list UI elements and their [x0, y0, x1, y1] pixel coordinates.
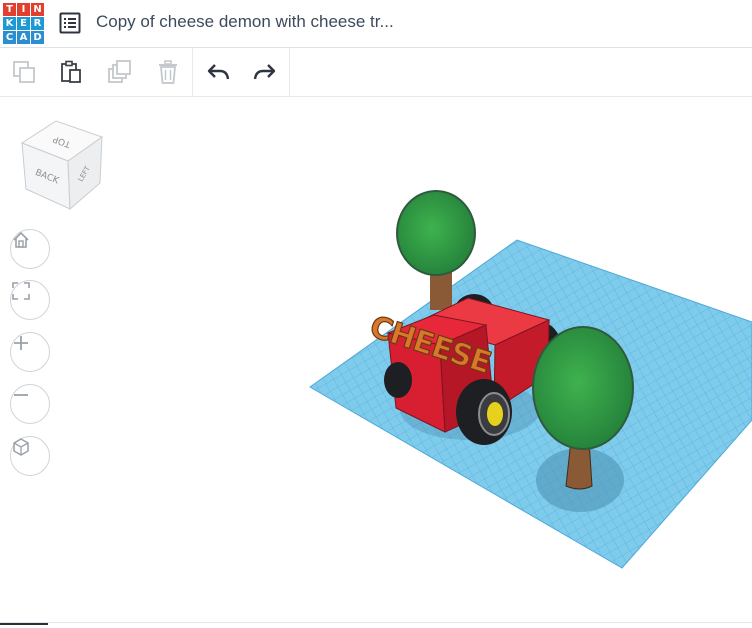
logo-letter: A	[17, 31, 30, 44]
zoom-in-icon	[14, 336, 28, 350]
logo-letter: D	[31, 31, 44, 44]
paste-icon	[61, 60, 81, 83]
scene-canvas[interactable]: CHEESE	[0, 97, 752, 622]
copy-icon	[13, 61, 35, 83]
tree-leaves	[396, 190, 476, 276]
logo-letter: E	[17, 17, 30, 30]
home-view-button[interactable]	[10, 229, 50, 269]
undo-button[interactable]	[203, 57, 233, 87]
design-title[interactable]: Copy of cheese demon with cheese tr...	[96, 12, 394, 32]
zoom-out-button[interactable]	[10, 384, 50, 424]
list-icon	[59, 12, 81, 34]
design-menu-button[interactable]	[58, 11, 82, 35]
duplicate-icon	[108, 60, 131, 83]
workplane-viewport[interactable]: CHEESE TOP BACK LEFT	[0, 97, 752, 622]
undo-icon	[207, 64, 230, 80]
logo-letter: R	[31, 17, 44, 30]
fit-view-button[interactable]	[10, 280, 50, 320]
duplicate-button[interactable]	[105, 57, 135, 87]
logo-letter: C	[3, 31, 16, 44]
perspective-toggle-button[interactable]	[10, 436, 50, 476]
logo-letter: T	[3, 3, 16, 16]
view-cube[interactable]: TOP BACK LEFT	[16, 113, 108, 213]
perspective-icon	[13, 438, 29, 456]
edit-toolbar	[0, 48, 752, 97]
tinkercad-logo[interactable]: T I N K E R C A D	[3, 3, 45, 45]
logo-letter: I	[17, 3, 30, 16]
panel-indicator	[0, 623, 48, 625]
redo-button[interactable]	[250, 57, 280, 87]
redo-icon	[253, 64, 276, 80]
tree-leaves	[532, 326, 634, 450]
toolbar-divider	[192, 48, 193, 96]
zoom-in-button[interactable]	[10, 332, 50, 372]
title-bar: T I N K E R C A D Copy of cheese demon w…	[0, 0, 752, 48]
car-wheel	[384, 362, 412, 398]
home-icon	[13, 231, 29, 248]
logo-letter: K	[3, 17, 16, 30]
tree-trunk	[430, 270, 452, 310]
fit-view-icon	[12, 282, 30, 300]
bottom-panel-edge	[0, 622, 752, 628]
zoom-out-icon	[14, 394, 28, 396]
trash-icon	[159, 60, 177, 84]
delete-button[interactable]	[153, 57, 183, 87]
car-wheel-rim	[487, 402, 503, 426]
logo-letter: N	[31, 3, 44, 16]
paste-button[interactable]	[56, 57, 86, 87]
toolbar-divider	[289, 48, 290, 96]
copy-button[interactable]	[9, 57, 39, 87]
